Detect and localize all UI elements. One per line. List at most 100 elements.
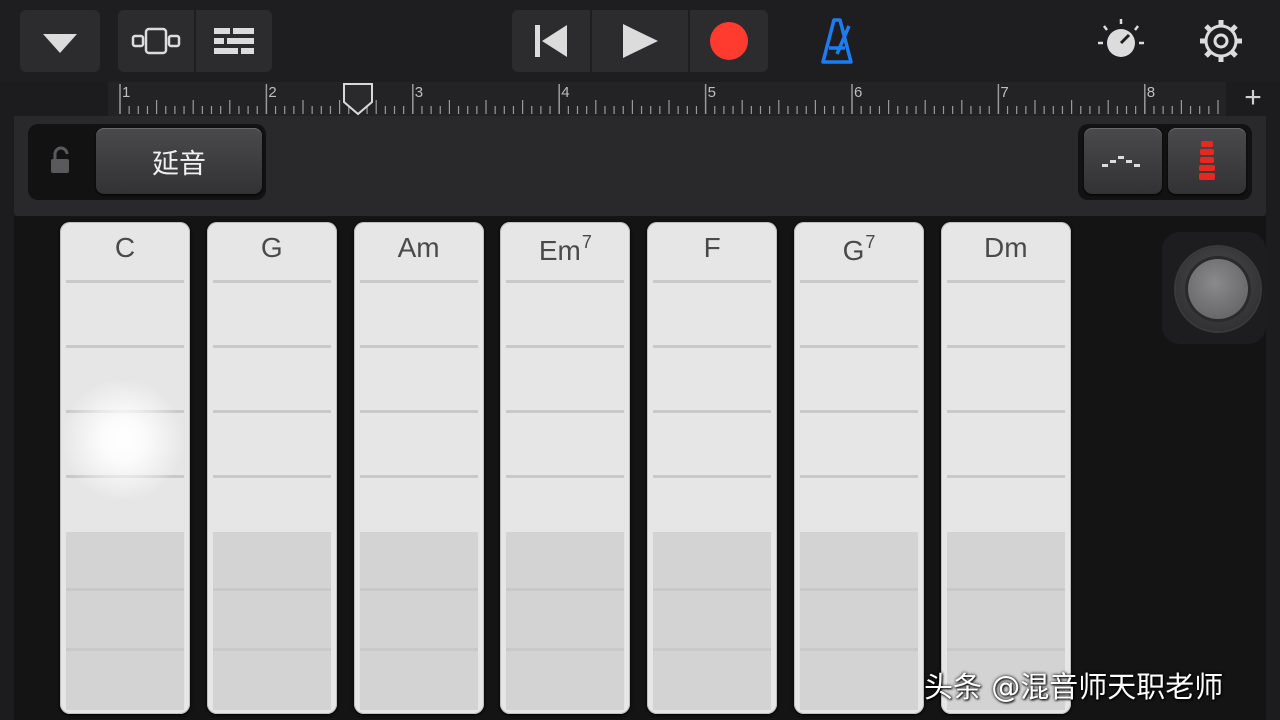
view-toggle-button[interactable] xyxy=(118,10,194,72)
master-volume-knob-icon xyxy=(1098,19,1144,57)
autoplay-pattern-icon xyxy=(1102,156,1140,167)
bass-notes-zone[interactable] xyxy=(212,532,331,710)
chord-divider xyxy=(506,280,625,283)
chord-root: Em xyxy=(538,235,581,266)
lock-button[interactable] xyxy=(48,146,74,181)
chord-divider xyxy=(359,475,478,478)
chord-divider xyxy=(66,410,184,413)
chord-strip[interactable]: Em7 xyxy=(500,222,631,714)
ruler-bar-number: 3 xyxy=(414,84,424,101)
bass-notes-zone[interactable] xyxy=(800,532,918,710)
record-icon xyxy=(710,22,748,60)
chord-divider xyxy=(800,648,918,651)
chord-divider xyxy=(359,588,478,591)
chord-strip[interactable]: G7 xyxy=(794,222,924,714)
timeline-ruler[interactable]: 1 2 3 4 5 6 7 8 xyxy=(108,82,1226,116)
chord-label: F xyxy=(647,232,777,264)
autoplay-button[interactable] xyxy=(1084,128,1162,194)
chord-strip[interactable]: Dm xyxy=(940,222,1071,714)
chord-label: C xyxy=(60,232,190,264)
chord-divider xyxy=(946,410,1065,413)
chord-divider xyxy=(800,588,918,591)
ruler-bar-number: 7 xyxy=(1000,84,1009,101)
bass-notes-zone[interactable] xyxy=(66,532,184,710)
view-toggle-icon xyxy=(131,27,181,55)
chord-divider xyxy=(653,345,772,348)
bass-notes-zone[interactable] xyxy=(359,532,478,710)
chord-divider xyxy=(946,648,1065,651)
chord-divider xyxy=(506,345,625,348)
chord-extension: 7 xyxy=(581,232,592,252)
chord-divider xyxy=(653,588,772,591)
tracks-view-button[interactable] xyxy=(196,10,272,72)
ruler-bar-number: 1 xyxy=(122,84,131,101)
chord-divider xyxy=(66,588,184,591)
chord-divider xyxy=(506,588,625,591)
chord-label: G7 xyxy=(794,232,924,267)
bass-notes-zone[interactable] xyxy=(653,532,772,710)
menu-button[interactable] xyxy=(20,10,100,72)
marimba-icon xyxy=(1199,141,1215,180)
lock-open-icon xyxy=(51,146,69,173)
chord-label: G xyxy=(207,232,337,264)
chord-divider xyxy=(359,345,478,348)
watermark: 头条 @混音师天职老师 xyxy=(924,670,1224,704)
chord-strip[interactable]: F xyxy=(647,222,778,714)
chord-divider xyxy=(506,410,625,413)
chord-root: G xyxy=(260,232,283,263)
chord-divider xyxy=(212,345,331,348)
chord-divider xyxy=(66,648,184,651)
chord-divider xyxy=(800,410,918,413)
chord-divider xyxy=(66,345,184,348)
chord-divider xyxy=(653,648,772,651)
chord-divider xyxy=(212,280,331,283)
chord-root: F xyxy=(703,232,721,263)
chord-divider xyxy=(800,345,918,348)
chord-label: Dm xyxy=(941,232,1071,264)
chord-label: Em7 xyxy=(500,232,630,267)
chord-divider xyxy=(653,280,772,283)
metronome-button[interactable] xyxy=(812,14,862,66)
chord-divider xyxy=(212,410,331,413)
chord-extension: 7 xyxy=(865,232,876,252)
tremolo-knob-cap xyxy=(1188,259,1248,319)
chord-divider xyxy=(653,475,772,478)
rewind-button[interactable] xyxy=(512,10,590,72)
ruler-bar-number: 4 xyxy=(561,84,570,101)
sustain-button[interactable]: 延音 xyxy=(96,128,262,194)
bass-notes-zone[interactable] xyxy=(506,532,625,710)
record-button[interactable] xyxy=(690,10,768,72)
chord-strip[interactable]: Am xyxy=(353,222,484,714)
settings-button[interactable] xyxy=(1194,14,1248,68)
playhead[interactable] xyxy=(341,82,375,116)
chord-divider xyxy=(946,345,1065,348)
chord-divider xyxy=(946,475,1065,478)
chord-divider xyxy=(946,280,1065,283)
instrument-button[interactable] xyxy=(1168,128,1246,194)
master-settings-button[interactable] xyxy=(1094,14,1148,68)
chord-divider xyxy=(212,648,331,651)
chord-root: Am xyxy=(397,232,440,263)
add-section-button[interactable]: + xyxy=(1236,82,1270,116)
chord-divider xyxy=(212,475,331,478)
chord-divider xyxy=(946,588,1065,591)
ruler-bar-number: 6 xyxy=(854,84,863,101)
chord-strip[interactable]: C xyxy=(60,222,190,714)
gear-icon xyxy=(1200,20,1242,62)
chord-divider xyxy=(800,475,918,478)
chord-root: C xyxy=(114,232,136,263)
chord-divider xyxy=(506,648,625,651)
metronome-icon xyxy=(821,18,853,64)
play-icon xyxy=(623,24,658,58)
chord-divider xyxy=(359,648,478,651)
play-button[interactable] xyxy=(592,10,688,72)
chord-divider xyxy=(66,475,184,478)
chord-divider xyxy=(359,410,478,413)
chord-divider xyxy=(212,588,331,591)
ruler-bar-number: 2 xyxy=(268,84,277,101)
chord-divider xyxy=(66,280,184,283)
chord-divider xyxy=(506,475,625,478)
chord-strip[interactable]: G xyxy=(206,222,337,714)
chord-divider xyxy=(359,280,478,283)
top-toolbar xyxy=(0,0,1280,82)
